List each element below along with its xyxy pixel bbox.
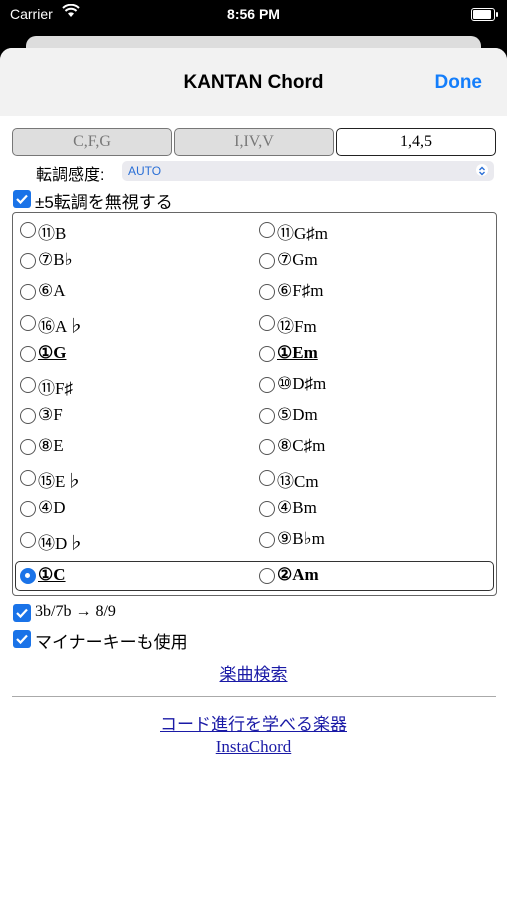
radio-button[interactable] [259, 315, 275, 331]
radio-button[interactable] [20, 253, 36, 269]
radio-button[interactable] [20, 346, 36, 362]
key-option[interactable]: ⑮E♭ [13, 463, 253, 493]
instachord-link[interactable]: InstaChord [0, 737, 507, 757]
radio-button[interactable] [259, 501, 275, 517]
segment-roman-numerals[interactable]: I,IV,V [174, 128, 334, 156]
key-option[interactable]: ④D [13, 494, 253, 524]
key-label: ⑪G♯m [277, 224, 328, 243]
key-label: ⑨B♭m [277, 529, 325, 548]
minor-key-checkbox[interactable] [13, 630, 31, 648]
3b7b-checkbox[interactable] [13, 604, 31, 622]
minor-key-label: マイナーキーも使用 [35, 633, 188, 652]
key-label: ⑦Gm [277, 250, 318, 269]
key-option[interactable]: ⑧C♯m [253, 432, 493, 462]
radio-button[interactable] [259, 253, 275, 269]
navigation-bar: KANTAN Chord Done [0, 48, 507, 116]
3b7b-label: 3b/7b → 8/9 [35, 603, 116, 620]
key-option[interactable]: ⑬Cm [253, 463, 493, 493]
key-label: ⑫Fm [277, 317, 317, 336]
key-option[interactable]: ①Em [253, 339, 493, 369]
settings-sheet: KANTAN Chord Done C,F,G I,IV,V 1,4,5 転調感… [0, 48, 507, 900]
battery-icon [471, 8, 498, 21]
key-option[interactable]: ⑭D♭ [13, 525, 253, 555]
key-option[interactable]: ②Am [253, 561, 493, 591]
done-button[interactable]: Done [435, 72, 483, 94]
key-option[interactable]: ⑤Dm [253, 401, 493, 431]
key-label: ⑥F♯m [277, 281, 324, 300]
radio-button[interactable] [20, 377, 36, 393]
divider [12, 696, 496, 697]
key-label: ⑭D♭ [38, 534, 85, 553]
instruments-link[interactable]: コード進行を学べる楽器 [0, 710, 507, 735]
key-label: ⑩D♯m [277, 374, 327, 393]
radio-button[interactable] [20, 501, 36, 517]
key-label: ⑬Cm [277, 472, 319, 491]
key-label: ⑤Dm [277, 405, 318, 424]
key-option[interactable]: ①G [13, 339, 253, 369]
radio-button[interactable] [259, 470, 275, 486]
radio-button[interactable] [259, 568, 275, 584]
radio-button[interactable] [20, 222, 36, 238]
modulation-row: 転調感度: AUTO [0, 161, 507, 184]
key-option[interactable]: ⑩D♯m [253, 370, 493, 400]
key-label: ①C [38, 565, 66, 584]
ignore-pm5-label: ±5転調を無視する [35, 193, 173, 212]
key-label: ⑪B [38, 224, 67, 243]
key-label: ④Bm [277, 498, 317, 517]
key-option[interactable]: ⑥F♯m [253, 277, 493, 307]
key-option[interactable]: ⑧E [13, 432, 253, 462]
key-option[interactable]: ③F [13, 401, 253, 431]
key-label: ⑪F♯ [38, 379, 73, 398]
modulation-value: AUTO [128, 164, 162, 178]
radio-button[interactable] [259, 408, 275, 424]
radio-button[interactable] [20, 470, 36, 486]
segment-letter-names[interactable]: C,F,G [12, 128, 172, 156]
key-label: ⑧E [38, 436, 64, 455]
ignore-pm5-checkbox[interactable] [13, 190, 31, 208]
radio-button[interactable] [259, 222, 275, 238]
key-option[interactable]: ④Bm [253, 494, 493, 524]
key-option-selected[interactable]: ①C [13, 561, 253, 591]
radio-button[interactable] [259, 377, 275, 393]
key-label: ⑮E♭ [38, 472, 83, 491]
radio-button[interactable] [259, 439, 275, 455]
key-label: ⑧C♯m [277, 436, 326, 455]
clock: 8:56 PM [227, 6, 280, 22]
key-option[interactable]: ⑯A♭ [13, 308, 253, 338]
status-bar: Carrier 8:56 PM [0, 0, 507, 40]
key-option[interactable]: ⑨B♭m [253, 525, 493, 555]
key-option[interactable]: ⑪G♯m [253, 215, 493, 245]
radio-button[interactable] [259, 284, 275, 300]
radio-button[interactable] [20, 315, 36, 331]
key-label: ⑦B♭ [38, 250, 73, 269]
key-option[interactable]: ⑪F♯ [13, 370, 253, 400]
song-search-link[interactable]: 楽曲検索 [0, 660, 507, 685]
key-label: ②Am [277, 565, 319, 584]
radio-button[interactable] [20, 439, 36, 455]
key-list: ⑪B ⑦B♭ ⑥A ⑯A♭ ①G ⑪F♯ ③F ⑧E ⑮E♭ ④D ⑭D♭ ①C… [12, 212, 497, 596]
radio-button[interactable] [259, 532, 275, 548]
segment-numbers[interactable]: 1,4,5 [336, 128, 496, 156]
modulation-label: 転調感度: [36, 167, 105, 184]
key-option[interactable]: ⑦Gm [253, 246, 493, 276]
key-option[interactable]: ⑥A [13, 277, 253, 307]
key-label: ⑥A [38, 281, 66, 300]
key-label: ①Em [277, 343, 318, 362]
key-option[interactable]: ⑫Fm [253, 308, 493, 338]
radio-button-selected[interactable] [20, 568, 36, 584]
page-title: KANTAN Chord [183, 72, 324, 93]
key-label: ④D [38, 498, 66, 517]
key-option[interactable]: ⑦B♭ [13, 246, 253, 276]
radio-button[interactable] [20, 408, 36, 424]
key-label: ③F [38, 405, 63, 424]
radio-button[interactable] [259, 346, 275, 362]
modulation-select[interactable]: AUTO [122, 161, 494, 181]
radio-button[interactable] [20, 532, 36, 548]
key-label: ①G [38, 343, 67, 362]
key-label: ⑯A♭ [38, 317, 85, 336]
radio-button[interactable] [20, 284, 36, 300]
key-option[interactable]: ⑪B [13, 215, 253, 245]
chevron-updown-icon [476, 164, 488, 176]
